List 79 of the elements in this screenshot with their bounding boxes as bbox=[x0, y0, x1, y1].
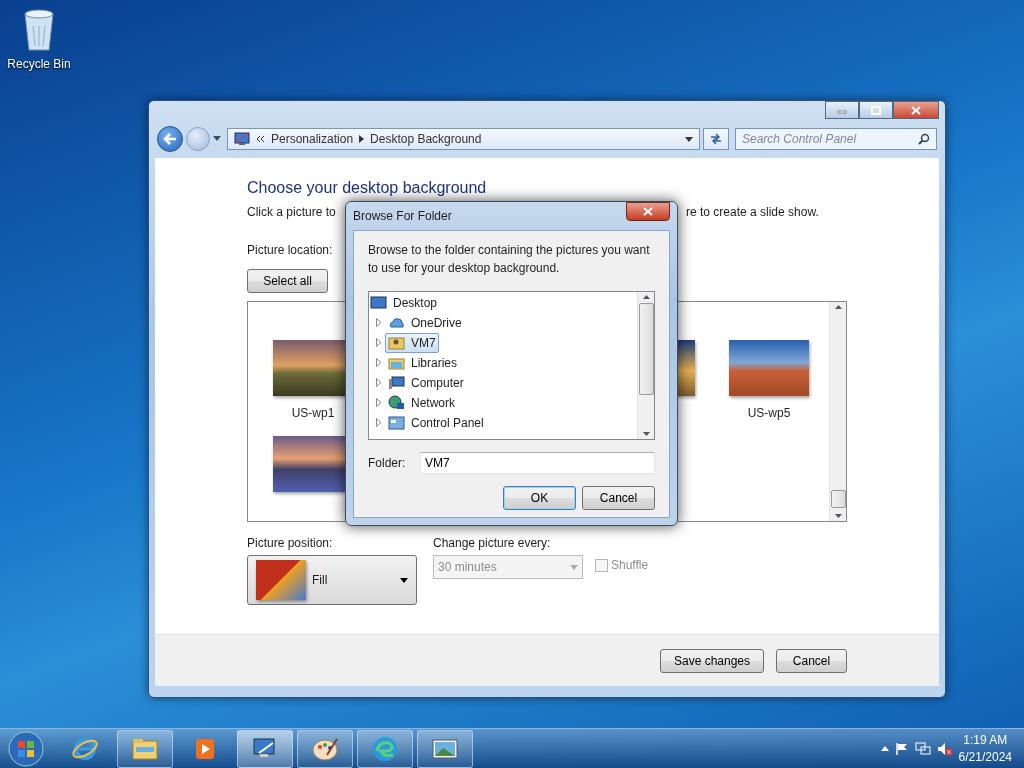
breadcrumb-arrow-icon bbox=[359, 135, 365, 143]
recycle-bin-icon[interactable] bbox=[21, 6, 57, 52]
folder-field[interactable]: VM7 bbox=[420, 451, 655, 474]
monitor-icon bbox=[234, 132, 250, 146]
muted-speaker-icon[interactable] bbox=[936, 741, 953, 756]
ok-button[interactable]: OK bbox=[503, 485, 576, 510]
page-heading: Choose your desktop background bbox=[247, 178, 488, 198]
flag-icon[interactable] bbox=[894, 741, 909, 756]
dropdown-caret-icon bbox=[400, 577, 408, 583]
breadcrumb-link[interactable]: Desktop Background bbox=[370, 130, 482, 148]
tree-item[interactable]: OneDrive bbox=[385, 313, 465, 332]
minimize-button[interactable] bbox=[825, 101, 859, 119]
photo-placeholder bbox=[256, 560, 306, 601]
maximize-button[interactable] bbox=[859, 101, 893, 119]
maximize-icon bbox=[871, 105, 881, 115]
scrollbar-thumb[interactable] bbox=[830, 490, 846, 509]
tree-item[interactable]: Control Panel bbox=[385, 413, 487, 432]
description-text: Click a picture to bbox=[247, 204, 336, 222]
globe-icon bbox=[388, 395, 405, 411]
tree-item[interactable]: VM7 bbox=[385, 332, 439, 353]
address-bar[interactable]: Personalization Desktop Background bbox=[227, 128, 700, 150]
tree-item[interactable]: Libraries bbox=[385, 353, 461, 372]
close-button[interactable] bbox=[893, 101, 939, 119]
clock[interactable]: 1:19 AM 6/21/2024 bbox=[958, 732, 1012, 765]
windows-logo-icon bbox=[7, 729, 45, 768]
computer-icon bbox=[388, 375, 405, 391]
dropdown-caret-icon[interactable] bbox=[685, 136, 693, 142]
back-arrow-icon bbox=[163, 133, 177, 145]
save-button[interactable]: Save changes bbox=[660, 648, 764, 673]
select-all-button[interactable]: Select all bbox=[247, 269, 328, 294]
swirl-icon bbox=[371, 734, 399, 763]
back-button[interactable] bbox=[157, 126, 183, 152]
instructions-text: Browse to the folder containing the pictures you want to use for your desktop background. bbox=[368, 241, 651, 277]
tree-item[interactable]: Desktop bbox=[393, 293, 438, 312]
control-panel-icon bbox=[388, 415, 405, 431]
scroll-down-icon bbox=[834, 514, 842, 519]
network-icon[interactable] bbox=[914, 741, 931, 756]
up-arrow-icon[interactable] bbox=[880, 746, 889, 751]
picture-location-label: Picture location: bbox=[247, 242, 333, 260]
taskbar-button[interactable] bbox=[297, 729, 353, 768]
cancel-button[interactable]: Cancel bbox=[582, 485, 655, 510]
user-folder-icon bbox=[388, 335, 405, 351]
close-icon bbox=[911, 105, 921, 115]
refresh-button[interactable] bbox=[703, 128, 729, 150]
breadcrumb-link[interactable]: Personalization bbox=[271, 130, 354, 148]
tree-item[interactable]: Computer bbox=[385, 373, 467, 392]
close-button[interactable] bbox=[626, 202, 670, 221]
close-icon bbox=[643, 207, 653, 216]
cloud-icon bbox=[388, 315, 405, 331]
search-icon bbox=[918, 133, 930, 145]
desktop-icon-label: Recycle Bin bbox=[7, 56, 71, 73]
dropdown-caret-icon[interactable] bbox=[213, 136, 221, 142]
tree-item[interactable]: Network bbox=[385, 393, 458, 412]
search-placeholder: Search Control Panel bbox=[742, 131, 857, 148]
dialog-title: Browse For Folder bbox=[353, 207, 452, 225]
start-button[interactable] bbox=[7, 729, 45, 768]
scrollbar-thumb[interactable] bbox=[638, 302, 654, 395]
folder-label: Folder: bbox=[368, 454, 406, 472]
thumbnail-label[interactable]: US-wp5 bbox=[747, 404, 791, 423]
chevrons-icon bbox=[256, 135, 265, 143]
scrollbar[interactable] bbox=[637, 291, 654, 439]
dropdown-caret-icon bbox=[570, 564, 578, 570]
change-picture-label: Change picture every: bbox=[433, 535, 552, 553]
taskbar-button[interactable] bbox=[237, 729, 293, 768]
library-folder-icon bbox=[388, 355, 405, 371]
taskbar-button[interactable] bbox=[417, 729, 473, 768]
desktop-icon bbox=[370, 295, 387, 311]
cancel-button[interactable]: Cancel bbox=[776, 648, 847, 673]
picture-position-label: Picture position: bbox=[247, 535, 334, 553]
thumbnail-label[interactable]: US-wp1 bbox=[291, 404, 335, 423]
description-text: re to create a slide show. bbox=[686, 204, 819, 222]
scrollbar[interactable] bbox=[829, 302, 846, 522]
scroll-up-icon bbox=[834, 305, 842, 310]
scroll-down-icon bbox=[642, 431, 650, 436]
refresh-arrows-icon bbox=[709, 133, 723, 145]
taskbar-button[interactable] bbox=[117, 729, 173, 768]
taskbar-button[interactable] bbox=[357, 729, 413, 768]
scroll-up-icon bbox=[642, 294, 650, 299]
picture-position-dropdown[interactable]: Fill bbox=[247, 555, 417, 606]
